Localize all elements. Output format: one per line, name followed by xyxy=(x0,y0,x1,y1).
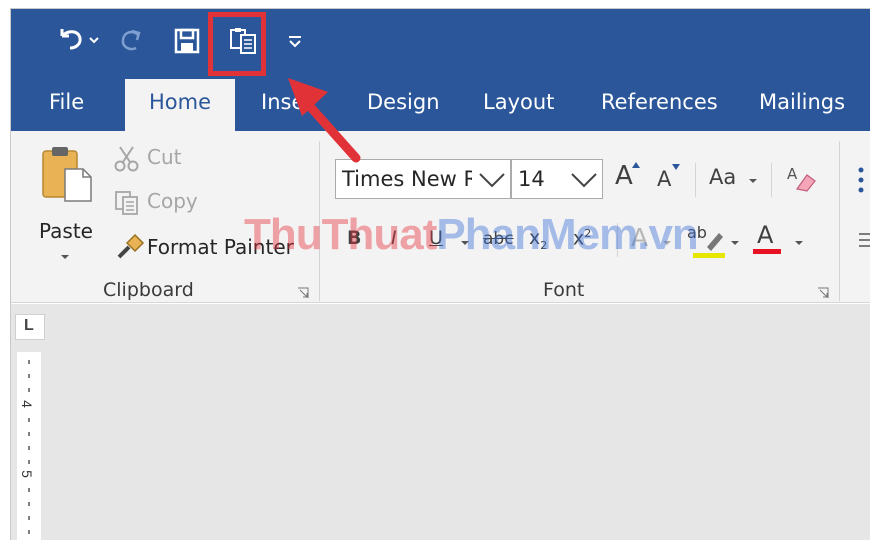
tab-design[interactable]: Design xyxy=(367,79,440,131)
document-area[interactable] xyxy=(11,304,870,540)
cut-label: Cut xyxy=(147,145,182,169)
clipboard-group-label: Clipboard xyxy=(103,279,194,301)
ruler-ticks xyxy=(28,360,30,534)
divider xyxy=(771,163,772,197)
watermark-part1: ThuThuat xyxy=(244,210,437,259)
ruler-mark-5: 5 xyxy=(18,470,35,478)
word-window: File Home Inse Design Layout References … xyxy=(10,8,870,540)
copy-button[interactable]: Copy xyxy=(109,185,219,219)
font-size-combo[interactable]: 14 xyxy=(511,159,603,199)
divider xyxy=(695,163,696,197)
save-icon xyxy=(174,28,200,54)
font-color-button[interactable]: A xyxy=(757,221,773,249)
chevron-down-icon xyxy=(795,241,803,245)
shrink-font-button[interactable]: A xyxy=(657,167,671,191)
chevron-down-icon xyxy=(61,255,69,259)
redo-icon xyxy=(121,29,141,51)
ruler-mark-4: 4 xyxy=(18,400,35,408)
tab-file[interactable]: File xyxy=(49,79,84,131)
clear-formatting-icon[interactable]: A xyxy=(783,161,817,195)
annotation-arrow-icon xyxy=(288,78,361,163)
font-color-bar xyxy=(753,249,781,254)
group-divider xyxy=(839,141,840,301)
chevron-down-icon[interactable] xyxy=(478,170,506,190)
watermark: ThuThuatPhanMem.vn xyxy=(244,210,699,260)
arrow-up-icon xyxy=(632,162,640,168)
quick-access-toolbar xyxy=(11,9,870,79)
undo-icon xyxy=(60,29,99,50)
svg-text:A: A xyxy=(787,165,798,183)
copy-label: Copy xyxy=(147,189,198,213)
tab-marker-icon: L xyxy=(24,317,34,334)
align-left-icon[interactable] xyxy=(859,231,870,251)
font-size-value: 14 xyxy=(518,167,545,191)
clipboard-paste-icon xyxy=(42,147,92,202)
tab-references[interactable]: References xyxy=(601,79,718,131)
customize-qat-button[interactable] xyxy=(283,23,307,59)
save-button[interactable] xyxy=(169,23,205,59)
customize-qat-icon xyxy=(289,36,301,48)
ribbon-tabs: File Home Inse Design Layout References … xyxy=(11,79,870,131)
redo-button[interactable] xyxy=(115,23,149,59)
font-group-label: Font xyxy=(543,279,585,301)
vertical-ruler: L 4 5 xyxy=(11,304,55,540)
tab-home[interactable]: Home xyxy=(125,79,236,131)
paste-button[interactable]: Paste xyxy=(33,145,101,275)
paste-label: Paste xyxy=(39,219,93,243)
tab-layout[interactable]: Layout xyxy=(483,79,554,131)
font-launcher-icon[interactable] xyxy=(817,287,829,299)
clipboard-launcher-icon[interactable] xyxy=(297,287,309,299)
undo-button[interactable] xyxy=(51,23,103,59)
change-case-button[interactable]: Aa xyxy=(709,165,736,189)
ruler-strip: 4 5 xyxy=(17,352,41,540)
cut-button[interactable]: Cut xyxy=(109,141,219,175)
annotation-highlight-box xyxy=(208,12,266,76)
font-name-value: Times New R xyxy=(342,167,472,191)
scissors-icon xyxy=(114,146,139,172)
arrow-down-icon xyxy=(672,164,680,170)
tab-mailings[interactable]: Mailings xyxy=(759,79,845,131)
chevron-down-icon[interactable] xyxy=(570,170,598,190)
copy-icon xyxy=(115,191,138,215)
chevron-down-icon xyxy=(731,241,739,245)
paintbrush-icon xyxy=(117,233,145,259)
chevron-down-icon xyxy=(749,179,757,183)
tab-selector-button[interactable]: L xyxy=(15,314,45,340)
bullets-icon[interactable] xyxy=(857,165,870,195)
watermark-part3: .vn xyxy=(637,210,699,259)
watermark-part2: PhanMem xyxy=(436,210,638,259)
